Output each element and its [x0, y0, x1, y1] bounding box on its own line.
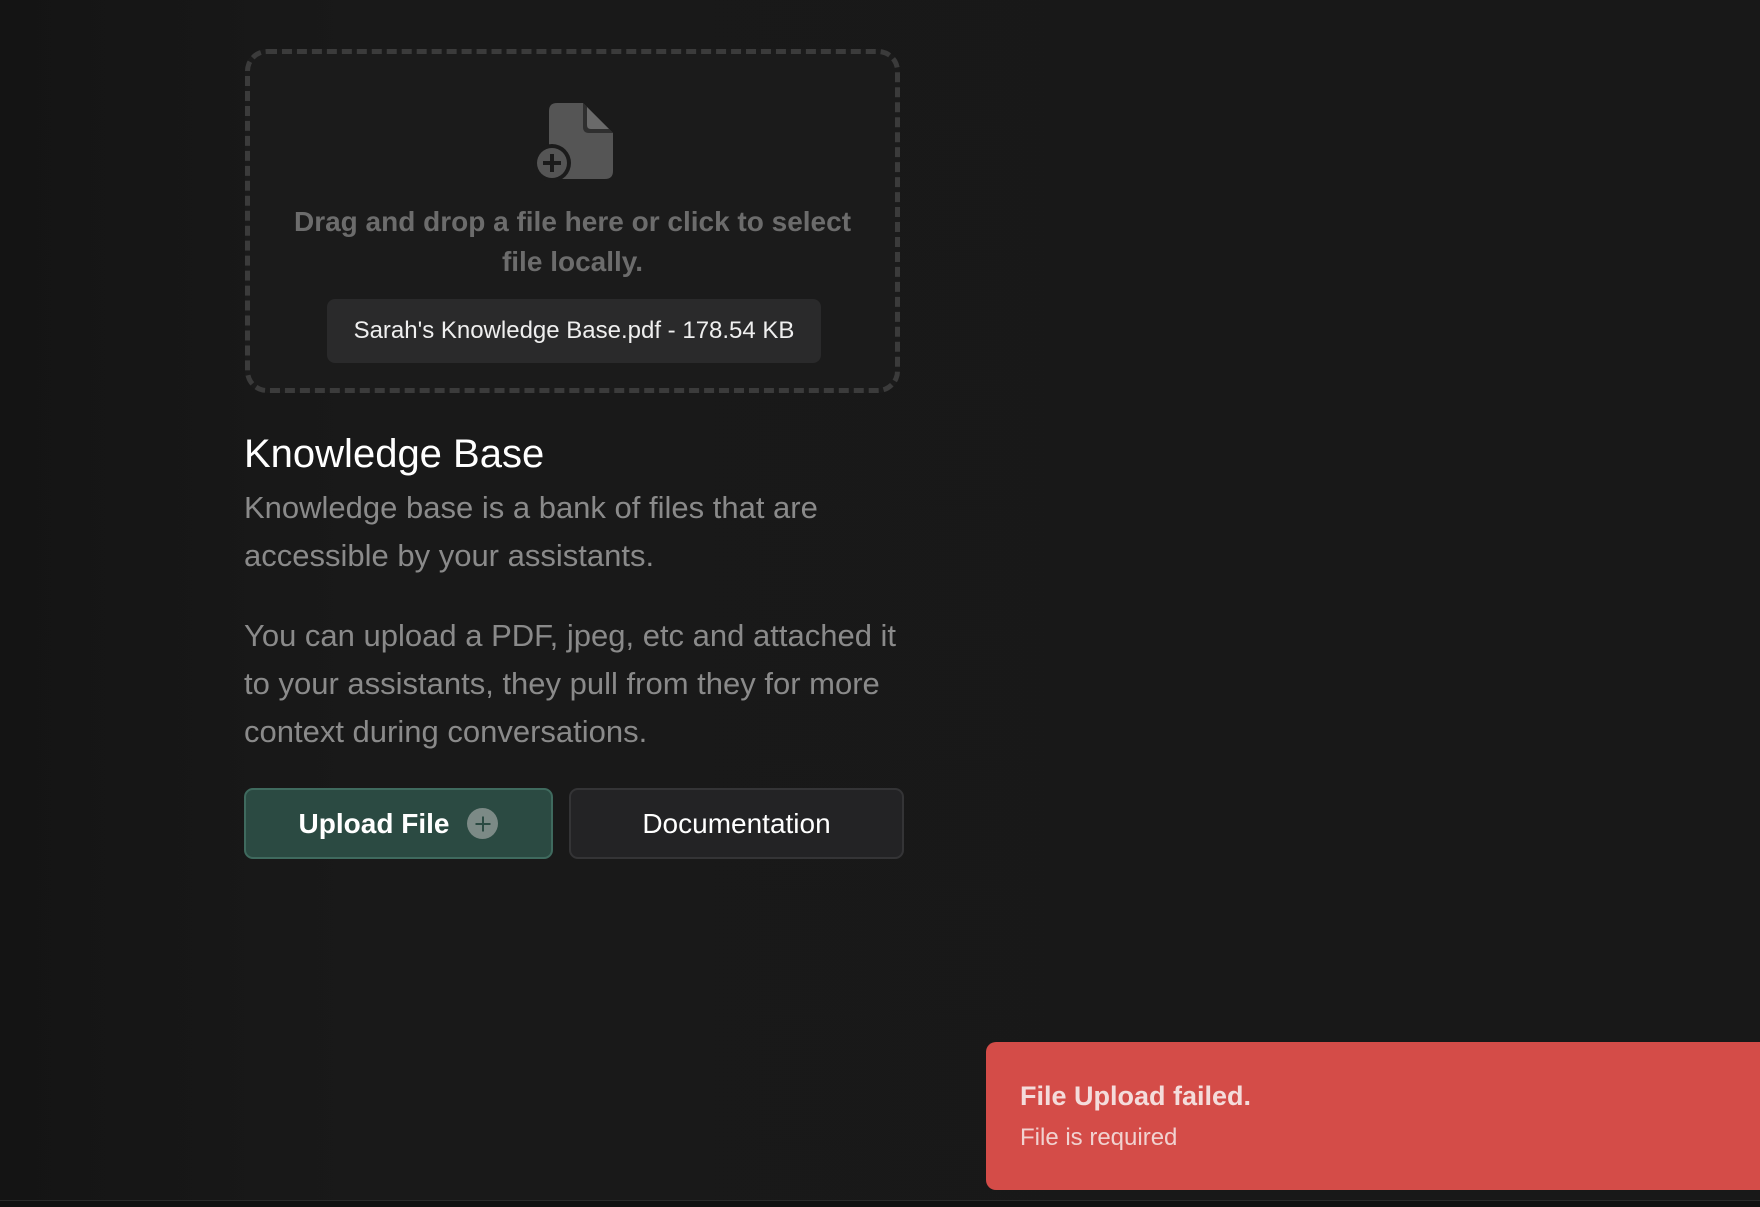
page-title: Knowledge Base	[244, 432, 545, 476]
dropzone-hint: Drag and drop a file here or click to se…	[293, 206, 852, 277]
documentation-button[interactable]: Documentation	[569, 788, 904, 859]
file-dropzone[interactable]: Drag and drop a file here or click to se…	[245, 49, 900, 393]
knowledge-base-details: You can upload a PDF, jpeg, etc and atta…	[244, 618, 897, 749]
selected-file-chip: Sarah's Knowledge Base.pdf - 178.54 KB	[327, 299, 821, 363]
upload-file-label: Upload File	[298, 807, 450, 839]
documentation-label: Documentation	[642, 807, 831, 839]
file-add-icon	[533, 101, 613, 181]
toast-message: File is required	[1020, 1124, 1178, 1151]
toast-title: File Upload failed.	[1020, 1081, 1252, 1111]
upload-file-button[interactable]: Upload File	[244, 788, 553, 859]
error-toast[interactable]: File Upload failed. File is required	[986, 1042, 1760, 1190]
knowledge-base-description: Knowledge base is a bank of files that a…	[244, 490, 818, 573]
plus-circle-icon	[467, 808, 499, 839]
